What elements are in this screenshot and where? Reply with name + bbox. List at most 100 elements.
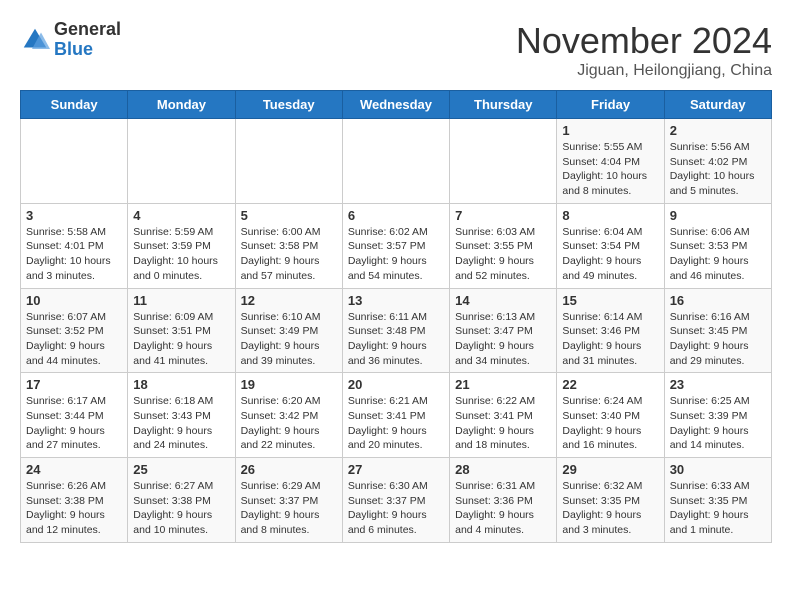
day-number: 20 (348, 377, 444, 392)
day-cell: 18 Sunrise: 6:18 AM Sunset: 3:43 PM Dayli… (128, 373, 235, 458)
logo-blue-text: Blue (54, 40, 121, 60)
day-cell: 6 Sunrise: 6:02 AM Sunset: 3:57 PM Daylig… (342, 203, 449, 288)
week-row-3: 17Sunrise: 6:17 AM Sunset: 3:44 PM Dayli… (21, 373, 772, 458)
day-number: 30 (670, 462, 766, 477)
day-cell: 20 Sunrise: 6:21 AM Sunset: 3:41 PM Dayli… (342, 373, 449, 458)
day-cell: 23Sunrise: 6:25 AM Sunset: 3:39 PM Dayli… (664, 373, 771, 458)
day-info: Sunrise: 6:18 AM Sunset: 3:43 PM Dayligh… (133, 394, 229, 453)
day-number: 26 (241, 462, 337, 477)
day-number: 28 (455, 462, 551, 477)
day-info: Sunrise: 6:32 AM Sunset: 3:35 PM Dayligh… (562, 479, 658, 538)
day-cell: 30 Sunrise: 6:33 AM Sunset: 3:35 PM Dayli… (664, 458, 771, 543)
logo: General Blue (20, 20, 121, 60)
day-info: Sunrise: 6:07 AM Sunset: 3:52 PM Dayligh… (26, 310, 122, 369)
day-info: Sunrise: 5:56 AM Sunset: 4:02 PM Dayligh… (670, 140, 766, 199)
day-cell: 21Sunrise: 6:22 AM Sunset: 3:41 PM Dayli… (450, 373, 557, 458)
day-number: 18 (133, 377, 229, 392)
day-info: Sunrise: 6:17 AM Sunset: 3:44 PM Dayligh… (26, 394, 122, 453)
day-number: 6 (348, 208, 444, 223)
day-number: 24 (26, 462, 122, 477)
day-number: 9 (670, 208, 766, 223)
day-header-thursday: Thursday (450, 91, 557, 119)
day-info: Sunrise: 6:00 AM Sunset: 3:58 PM Dayligh… (241, 225, 337, 284)
day-info: Sunrise: 6:10 AM Sunset: 3:49 PM Dayligh… (241, 310, 337, 369)
logo-icon (20, 25, 50, 55)
day-info: Sunrise: 6:14 AM Sunset: 3:46 PM Dayligh… (562, 310, 658, 369)
day-number: 2 (670, 123, 766, 138)
day-info: Sunrise: 6:04 AM Sunset: 3:54 PM Dayligh… (562, 225, 658, 284)
day-number: 25 (133, 462, 229, 477)
day-cell: 28 Sunrise: 6:31 AM Sunset: 3:36 PM Dayli… (450, 458, 557, 543)
day-number: 3 (26, 208, 122, 223)
day-header-friday: Friday (557, 91, 664, 119)
day-cell: 17Sunrise: 6:17 AM Sunset: 3:44 PM Dayli… (21, 373, 128, 458)
day-info: Sunrise: 5:55 AM Sunset: 4:04 PM Dayligh… (562, 140, 658, 199)
day-number: 10 (26, 293, 122, 308)
day-cell: 29 Sunrise: 6:32 AM Sunset: 3:35 PM Dayli… (557, 458, 664, 543)
day-info: Sunrise: 6:26 AM Sunset: 3:38 PM Dayligh… (26, 479, 122, 538)
week-row-1: 3 Sunrise: 5:58 AM Sunset: 4:01 PM Daylig… (21, 203, 772, 288)
day-number: 29 (562, 462, 658, 477)
day-number: 12 (241, 293, 337, 308)
day-number: 7 (455, 208, 551, 223)
day-info: Sunrise: 6:09 AM Sunset: 3:51 PM Dayligh… (133, 310, 229, 369)
day-info: Sunrise: 6:33 AM Sunset: 3:35 PM Dayligh… (670, 479, 766, 538)
day-info: Sunrise: 5:58 AM Sunset: 4:01 PM Dayligh… (26, 225, 122, 284)
day-cell: 11 Sunrise: 6:09 AM Sunset: 3:51 PM Dayli… (128, 288, 235, 373)
day-number: 14 (455, 293, 551, 308)
day-cell: 3 Sunrise: 5:58 AM Sunset: 4:01 PM Daylig… (21, 203, 128, 288)
day-cell: 14 Sunrise: 6:13 AM Sunset: 3:47 PM Dayli… (450, 288, 557, 373)
day-info: Sunrise: 6:03 AM Sunset: 3:55 PM Dayligh… (455, 225, 551, 284)
month-title: November 2024 (516, 20, 772, 62)
day-info: Sunrise: 6:24 AM Sunset: 3:40 PM Dayligh… (562, 394, 658, 453)
day-cell: 10 Sunrise: 6:07 AM Sunset: 3:52 PM Dayli… (21, 288, 128, 373)
location-title: Jiguan, Heilongjiang, China (516, 62, 772, 80)
day-cell: 26Sunrise: 6:29 AM Sunset: 3:37 PM Dayli… (235, 458, 342, 543)
day-cell: 13Sunrise: 6:11 AM Sunset: 3:48 PM Dayli… (342, 288, 449, 373)
day-cell: 1Sunrise: 5:55 AM Sunset: 4:04 PM Daylig… (557, 119, 664, 204)
day-number: 21 (455, 377, 551, 392)
day-cell (235, 119, 342, 204)
day-info: Sunrise: 6:11 AM Sunset: 3:48 PM Dayligh… (348, 310, 444, 369)
day-info: Sunrise: 6:21 AM Sunset: 3:41 PM Dayligh… (348, 394, 444, 453)
day-info: Sunrise: 6:25 AM Sunset: 3:39 PM Dayligh… (670, 394, 766, 453)
day-cell: 2 Sunrise: 5:56 AM Sunset: 4:02 PM Daylig… (664, 119, 771, 204)
day-cell: 24 Sunrise: 6:26 AM Sunset: 3:38 PM Dayli… (21, 458, 128, 543)
day-info: Sunrise: 6:13 AM Sunset: 3:47 PM Dayligh… (455, 310, 551, 369)
day-header-row: SundayMondayTuesdayWednesdayThursdayFrid… (21, 91, 772, 119)
week-row-0: 1Sunrise: 5:55 AM Sunset: 4:04 PM Daylig… (21, 119, 772, 204)
day-cell: 19Sunrise: 6:20 AM Sunset: 3:42 PM Dayli… (235, 373, 342, 458)
day-number: 19 (241, 377, 337, 392)
day-cell (342, 119, 449, 204)
day-header-wednesday: Wednesday (342, 91, 449, 119)
logo-general-text: General (54, 20, 121, 40)
calendar-table: SundayMondayTuesdayWednesdayThursdayFrid… (20, 90, 772, 543)
day-number: 16 (670, 293, 766, 308)
day-header-monday: Monday (128, 91, 235, 119)
day-header-sunday: Sunday (21, 91, 128, 119)
day-number: 8 (562, 208, 658, 223)
day-cell: 8 Sunrise: 6:04 AM Sunset: 3:54 PM Daylig… (557, 203, 664, 288)
day-cell: 27Sunrise: 6:30 AM Sunset: 3:37 PM Dayli… (342, 458, 449, 543)
logo-text: General Blue (54, 20, 121, 60)
calendar-header: SundayMondayTuesdayWednesdayThursdayFrid… (21, 91, 772, 119)
day-cell (21, 119, 128, 204)
day-cell: 5Sunrise: 6:00 AM Sunset: 3:58 PM Daylig… (235, 203, 342, 288)
title-area: November 2024 Jiguan, Heilongjiang, Chin… (516, 20, 772, 80)
day-cell: 9Sunrise: 6:06 AM Sunset: 3:53 PM Daylig… (664, 203, 771, 288)
day-cell (450, 119, 557, 204)
day-info: Sunrise: 5:59 AM Sunset: 3:59 PM Dayligh… (133, 225, 229, 284)
day-cell (128, 119, 235, 204)
day-number: 27 (348, 462, 444, 477)
day-info: Sunrise: 6:31 AM Sunset: 3:36 PM Dayligh… (455, 479, 551, 538)
week-row-2: 10 Sunrise: 6:07 AM Sunset: 3:52 PM Dayli… (21, 288, 772, 373)
day-info: Sunrise: 6:02 AM Sunset: 3:57 PM Dayligh… (348, 225, 444, 284)
day-number: 11 (133, 293, 229, 308)
day-cell: 22Sunrise: 6:24 AM Sunset: 3:40 PM Dayli… (557, 373, 664, 458)
day-number: 4 (133, 208, 229, 223)
header: General Blue November 2024 Jiguan, Heilo… (20, 20, 772, 80)
day-cell: 16Sunrise: 6:16 AM Sunset: 3:45 PM Dayli… (664, 288, 771, 373)
week-row-4: 24 Sunrise: 6:26 AM Sunset: 3:38 PM Dayli… (21, 458, 772, 543)
day-cell: 4 Sunrise: 5:59 AM Sunset: 3:59 PM Daylig… (128, 203, 235, 288)
day-header-saturday: Saturday (664, 91, 771, 119)
